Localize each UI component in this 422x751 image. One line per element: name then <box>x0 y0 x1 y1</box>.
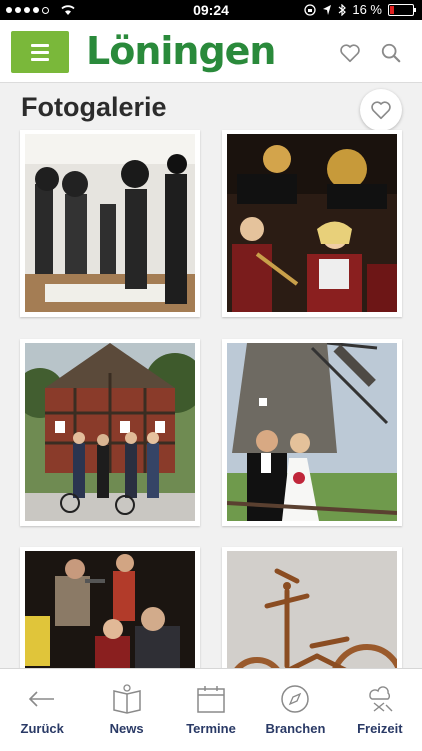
nav-item-news[interactable]: News <box>84 669 168 751</box>
battery-icon <box>388 3 416 16</box>
nav-label-termine: Termine <box>186 721 236 736</box>
brass-band-concert-photo <box>227 134 397 312</box>
nav-label-back: Zurück <box>20 721 64 736</box>
status-bar: 09:24 16 % <box>0 0 422 20</box>
bluetooth-icon <box>338 3 347 16</box>
location-icon <box>323 4 332 15</box>
search-icon[interactable] <box>380 42 402 64</box>
bottom-navigation: Zurück News Termine Branchen Freizeit <box>0 668 422 751</box>
nav-item-back[interactable]: Zurück <box>0 669 84 751</box>
logo-text: Löningen <box>86 29 276 73</box>
projector-museum-photo <box>25 134 195 312</box>
rotation-lock-icon <box>304 3 317 16</box>
favorite-button[interactable] <box>360 89 402 131</box>
gallery-item[interactable] <box>20 130 200 317</box>
nav-label-branchen: Branchen <box>265 721 326 736</box>
gallery-item[interactable] <box>222 339 402 526</box>
nav-item-termine[interactable]: Termine <box>169 669 253 751</box>
news-icon <box>112 684 141 714</box>
nav-item-branchen[interactable]: Branchen <box>253 669 337 751</box>
windmill-wedding-photo <box>227 343 397 521</box>
nav-item-freizeit[interactable]: Freizeit <box>338 669 422 751</box>
leisure-icon <box>369 686 393 712</box>
app-logo[interactable]: Löningen <box>86 28 276 74</box>
back-arrow-icon <box>29 691 55 707</box>
heart-icon <box>371 101 391 120</box>
heart-icon[interactable] <box>339 42 361 64</box>
gallery-item[interactable] <box>20 339 200 526</box>
menu-button[interactable] <box>11 31 69 73</box>
nav-label-freizeit: Freizeit <box>357 721 403 736</box>
nav-label-news: News <box>109 721 144 736</box>
hamburger-icon <box>31 43 49 47</box>
app-header: Löningen <box>0 20 422 83</box>
battery-percent: 16 % <box>352 2 382 17</box>
compass-icon <box>281 685 310 713</box>
gallery-item[interactable] <box>222 130 402 317</box>
page-title: Fotogalerie <box>21 92 167 122</box>
calendar-icon <box>197 686 225 713</box>
half-timbered-house-cyclists-photo <box>25 343 195 521</box>
